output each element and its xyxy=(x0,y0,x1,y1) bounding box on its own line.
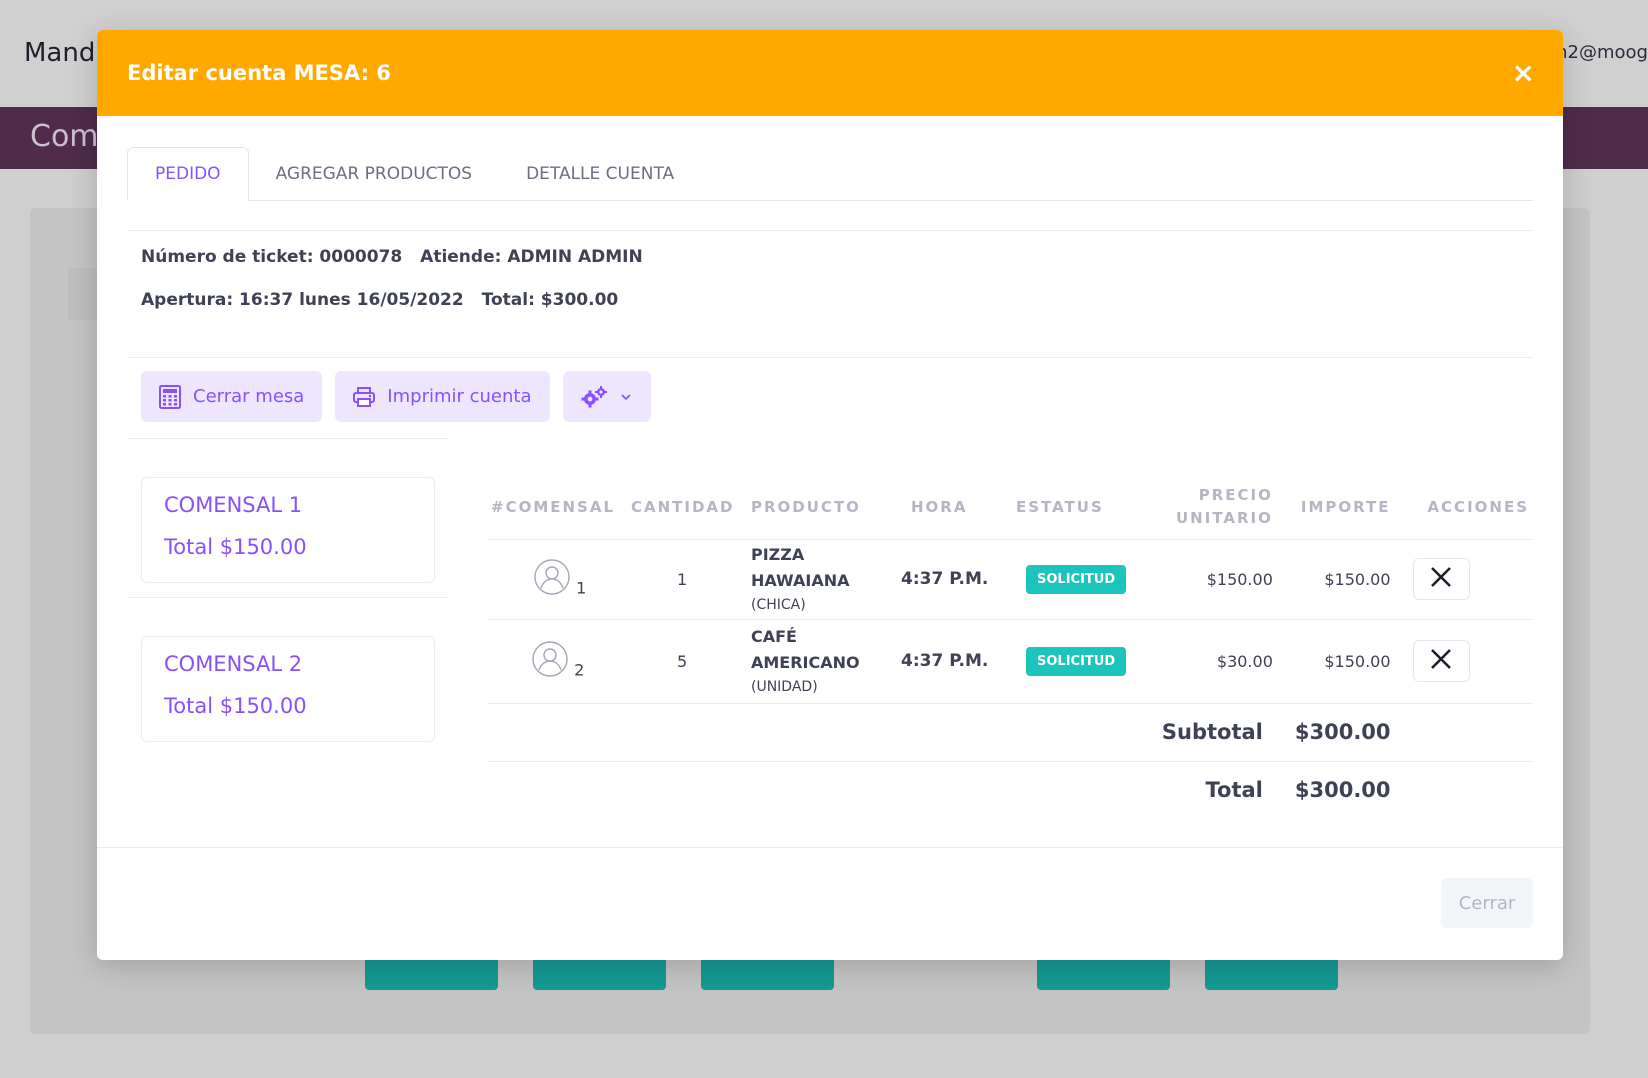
status-cell: SOLICITUD xyxy=(1002,539,1172,619)
print-account-label: Imprimir cuenta xyxy=(387,386,532,407)
subtotal-row: Subtotal $300.00 xyxy=(487,703,1533,761)
comensal-name: COMENSAL 2 xyxy=(164,652,303,676)
ticket-info: Número de ticket: 0000078 Atiende: ADMIN… xyxy=(127,230,1533,358)
header-precio-unitario: PRECIO UNITARIO xyxy=(1172,475,1277,539)
comensal-total: Total $150.00 xyxy=(164,535,307,559)
background-page-title: Com xyxy=(30,119,99,154)
ticket-number: Número de ticket: 0000078 xyxy=(141,247,403,267)
header-estatus: ESTATUS xyxy=(1016,497,1104,516)
empty-cell xyxy=(1395,761,1533,819)
action-toolbar: Cerrar mesa Imprimir cuenta xyxy=(127,358,1533,422)
delete-item-button[interactable] xyxy=(1412,558,1470,600)
info-line-1: Número de ticket: 0000078 Atiende: ADMIN… xyxy=(141,247,1519,290)
settings-dropdown-button[interactable] xyxy=(562,371,651,422)
divider xyxy=(127,597,449,598)
product-name: PIZZA HAWAIANA xyxy=(751,545,850,590)
comensal-card-2[interactable]: COMENSAL 2 Total $150.00 xyxy=(141,636,435,742)
quantity-cell: 1 xyxy=(677,569,688,589)
total-label: Total xyxy=(1205,778,1263,803)
header-acciones: ACCIONES xyxy=(1427,497,1529,516)
tab-pedido[interactable]: PEDIDO xyxy=(127,147,249,201)
empty-cell xyxy=(1395,703,1533,761)
product-cell: PIZZA HAWAIANA (CHICA) xyxy=(747,539,897,619)
delete-item-button[interactable] xyxy=(1412,640,1470,682)
divider xyxy=(127,438,449,439)
product-size: (CHICA) xyxy=(751,597,806,613)
tab-detalle-cuenta[interactable]: DETALLE CUENTA xyxy=(499,147,701,200)
table-row: 2 5 CAFÉ AMERICANO (UNIDAD) 4:37 P.M. SO… xyxy=(487,619,1533,703)
order-table: #COMENSAL CANTIDAD PRODUCTO HORA ESTATUS… xyxy=(487,475,1533,819)
close-table-button[interactable]: Cerrar mesa xyxy=(141,371,323,422)
close-icon[interactable]: × xyxy=(1512,59,1535,87)
modal-header: Editar cuenta MESA: 6 × xyxy=(97,30,1563,116)
product-cell: CAFÉ AMERICANO (UNIDAD) xyxy=(747,619,897,703)
total-row: Total $300.00 xyxy=(487,761,1533,819)
background-user-email: n2@moog xyxy=(1556,42,1648,63)
actions-cell xyxy=(1395,539,1533,619)
comensal-list: COMENSAL 1 Total $150.00 COMENSAL 2 Tota… xyxy=(127,438,449,756)
comensal-cell: 2 xyxy=(487,619,627,703)
comensal-number: 2 xyxy=(574,660,585,680)
subtotal-label: Subtotal xyxy=(1161,720,1263,744)
tab-agregar-productos[interactable]: AGREGAR PRODUCTOS xyxy=(249,147,499,200)
quantity-cell: 5 xyxy=(677,651,688,671)
product-size: (UNIDAD) xyxy=(751,679,818,695)
gears-icon xyxy=(581,385,607,408)
calculator-icon xyxy=(159,384,181,409)
ticket-total: Total: $300.00 xyxy=(481,290,619,310)
actions-cell xyxy=(1395,619,1533,703)
time-cell: 4:37 P.M. xyxy=(901,651,989,671)
comensal-card-1[interactable]: COMENSAL 1 Total $150.00 xyxy=(141,477,435,583)
opening-time: Apertura: 16:37 lunes 16/05/2022 xyxy=(141,290,464,310)
unit-price-cell: $150.00 xyxy=(1206,569,1273,589)
printer-icon xyxy=(353,386,376,407)
edit-account-modal: Editar cuenta MESA: 6 × PEDIDO AGREGAR P… xyxy=(97,30,1563,960)
chevron-down-icon xyxy=(619,392,633,402)
status-badge: SOLICITUD xyxy=(1026,564,1127,594)
header-comensal: #COMENSAL xyxy=(491,497,616,516)
user-icon xyxy=(531,640,569,682)
amount-cell: $150.00 xyxy=(1324,651,1391,671)
comensal-number: 1 xyxy=(576,578,587,598)
comensal-cell: 1 xyxy=(487,539,627,619)
header-producto: PRODUCTO xyxy=(751,497,861,516)
modal-footer: Cerrar xyxy=(97,847,1563,960)
unit-price-cell: $30.00 xyxy=(1216,651,1273,671)
close-icon xyxy=(1429,647,1453,675)
modal-title: Editar cuenta MESA: 6 xyxy=(127,61,391,85)
close-icon xyxy=(1429,565,1453,593)
header-precio-line2: UNITARIO xyxy=(1176,508,1273,527)
comensal-total: Total $150.00 xyxy=(164,694,307,718)
total-value: $300.00 xyxy=(1294,778,1391,803)
comensal-name: COMENSAL 1 xyxy=(164,493,303,517)
status-cell: SOLICITUD xyxy=(1002,619,1172,703)
header-cantidad: CANTIDAD xyxy=(631,497,735,516)
header-precio-line1: PRECIO xyxy=(1198,485,1273,504)
table-row: 1 1 PIZZA HAWAIANA (CHICA) 4:37 P.M. SOL… xyxy=(487,539,1533,619)
modal-body: PEDIDO AGREGAR PRODUCTOS DETALLE CUENTA … xyxy=(97,147,1563,422)
print-account-button[interactable]: Imprimir cuenta xyxy=(335,371,550,422)
subtotal-value: $300.00 xyxy=(1294,720,1391,744)
user-icon xyxy=(533,558,571,600)
header-importe: IMPORTE xyxy=(1300,497,1391,516)
close-table-label: Cerrar mesa xyxy=(193,386,305,407)
status-badge: SOLICITUD xyxy=(1026,646,1127,676)
tabs: PEDIDO AGREGAR PRODUCTOS DETALLE CUENTA xyxy=(127,147,1533,201)
background-brand: Mand xyxy=(24,38,96,68)
header-hora: HORA xyxy=(911,497,968,516)
product-name: CAFÉ AMERICANO xyxy=(751,627,860,672)
amount-cell: $150.00 xyxy=(1324,569,1391,589)
waiter: Atiende: ADMIN ADMIN xyxy=(420,247,643,267)
time-cell: 4:37 P.M. xyxy=(901,569,989,589)
close-button[interactable]: Cerrar xyxy=(1441,878,1533,928)
info-line-2: Apertura: 16:37 lunes 16/05/2022 Total: … xyxy=(141,290,1519,333)
